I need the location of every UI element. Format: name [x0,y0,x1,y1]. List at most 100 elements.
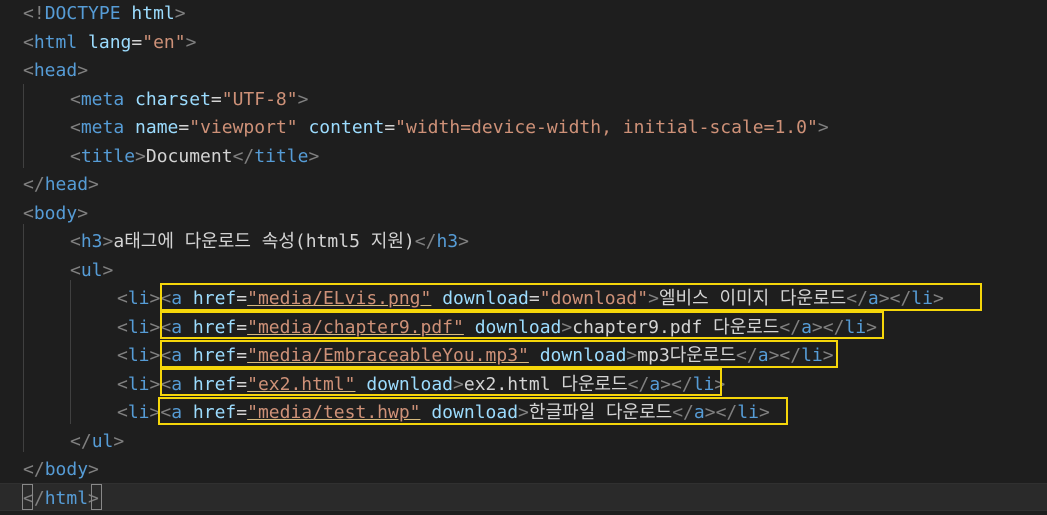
code-token: head [33,60,78,81]
highlight-box [160,283,982,311]
code-token: DOCTYPE [44,3,121,24]
code-token: "width=device-width, initial-scale=1.0" [395,117,818,138]
code-token: html [33,31,78,53]
code-token: > [88,174,99,195]
code-token: ul [91,430,114,452]
code-token: Document [145,145,233,167]
code-token: meta [80,88,125,110]
code-token: "UTF-8" [221,88,298,110]
code-token: h3 [80,231,103,252]
code-line[interactable]: <html lang="en"> [23,29,196,57]
indent-guide [23,84,24,168]
highlight-box [160,368,722,396]
code-line[interactable]: <head> [23,57,88,85]
code-token: < [23,60,34,81]
code-token: "en" [142,31,186,53]
code-token: > [88,459,99,480]
code-token: html [44,487,89,509]
code-line[interactable]: <ul> [70,257,113,285]
code-token: > [817,117,829,138]
code-token: </ [414,231,437,252]
code-token: > [149,373,161,395]
code-token: h3 [436,231,459,252]
highlight-box [158,397,788,425]
code-token: html [131,3,175,24]
code-token: < [117,402,128,423]
code-line[interactable]: <meta name="viewport" content="width=dev… [70,114,829,142]
code-token: > [102,259,114,281]
code-token: > [185,31,197,53]
code-token: = [384,117,396,138]
code-token: = [210,88,222,110]
code-token: < [117,345,128,366]
code-token: < [23,202,34,224]
bracket-match-open [22,484,33,510]
code-token: > [113,430,125,452]
code-token: < [70,231,81,252]
code-token: meta [80,117,125,138]
code-token: </ [70,430,92,452]
code-token: body [33,202,78,224]
code-token: li [127,288,150,309]
code-token: li [127,373,150,395]
code-line[interactable]: </body> [23,456,99,484]
code-token: > [297,88,309,110]
code-token: < [70,259,81,281]
code-editor[interactable]: <!DOCTYPE html> <html lang="en"> <head> <me… [0,0,1047,515]
code-token: > [174,3,186,24]
code-token: < [23,31,34,53]
code-token: > [308,145,320,167]
code-token: > [102,231,114,252]
code-line[interactable]: <title>Document</title> [70,143,319,171]
code-token: < [70,88,81,110]
code-line[interactable]: <body> [23,200,88,228]
code-line[interactable]: <meta charset="UTF-8"> [70,86,308,114]
code-token: > [77,202,89,224]
code-token: a태그에 다운로드 속성(html5 지원) [113,231,415,252]
code-token: "viewport" [189,117,298,138]
code-token: > [149,288,161,309]
code-token: > [135,145,146,167]
code-line[interactable]: <h3>a태그에 다운로드 속성(html5 지원)</h3> [70,228,469,256]
code-token: < [70,145,81,167]
code-token: li [127,345,150,366]
code-token: > [77,60,89,81]
current-line-highlight [0,483,1047,511]
code-token: > [458,231,469,252]
code-line[interactable]: </html> [23,485,99,513]
code-line[interactable]: </head> [23,171,99,199]
code-token: <! [23,3,45,24]
code-token: title [254,145,309,167]
code-token: head [44,174,89,195]
code-token: > [149,345,161,366]
bracket-match-close [91,484,102,510]
code-line[interactable]: </ul> [70,428,124,456]
highlight-box [160,311,884,339]
code-token: < [117,373,128,395]
code-token: content [308,117,385,138]
code-token: name [135,117,179,138]
code-token: charset [135,88,211,110]
code-token: = [131,31,143,53]
code-token: </ [232,145,255,167]
code-token: li [127,402,150,423]
code-token: ul [80,259,103,281]
code-line[interactable]: <!DOCTYPE html> [23,0,186,28]
code-token: </ [23,174,45,195]
indent-guide [23,224,24,452]
code-token: < [70,117,81,138]
code-token: < [117,316,128,338]
code-token: = [178,117,190,138]
code-token: lang [88,31,132,53]
code-token: title [80,145,136,167]
highlight-box [160,340,838,368]
code-token: > [149,316,161,338]
code-token: body [44,459,89,480]
code-token: </ [23,459,45,480]
code-token: li [127,316,150,338]
